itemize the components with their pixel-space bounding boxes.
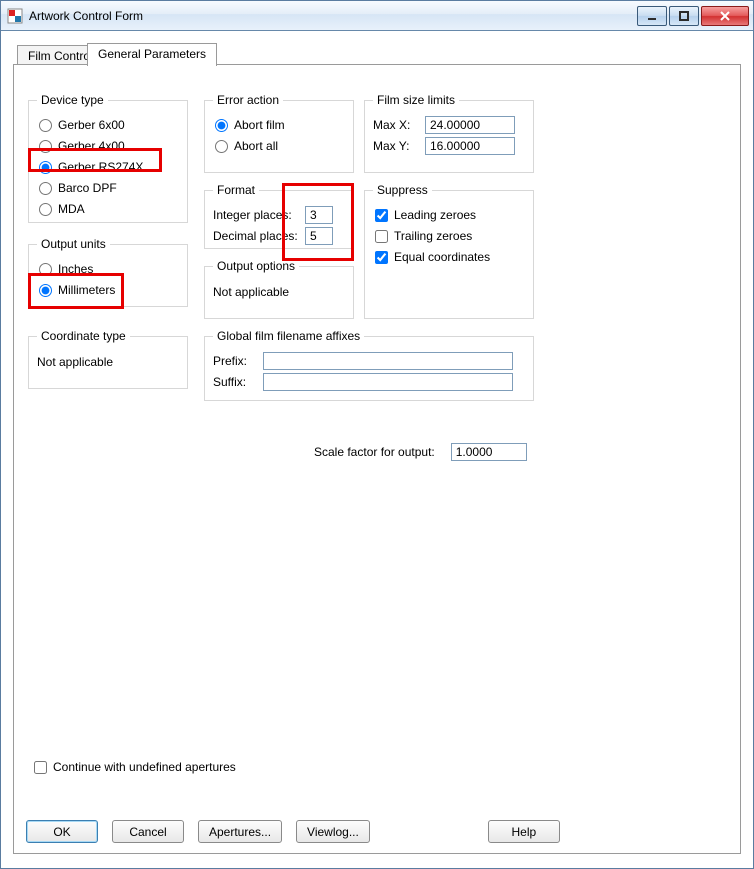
legend-global-affixes: Global film filename affixes (213, 329, 364, 343)
input-decimal-places[interactable] (305, 227, 333, 245)
input-maxx[interactable] (425, 116, 515, 134)
radio-abort-film[interactable]: Abort film (213, 116, 345, 134)
label-scale-factor: Scale factor for output: (314, 445, 435, 459)
legend-coordinate-type: Coordinate type (37, 329, 130, 343)
legend-output-units: Output units (37, 237, 110, 251)
group-output-options: Output options Not applicable (204, 259, 354, 319)
group-device-type: Device type Gerber 6x00 Gerber 4x00 Gerb… (28, 93, 188, 223)
radio-millimeters[interactable]: Millimeters (37, 281, 179, 299)
cancel-button[interactable]: Cancel (112, 820, 184, 843)
check-equal-coordinates[interactable]: Equal coordinates (373, 248, 525, 266)
input-maxy[interactable] (425, 137, 515, 155)
check-trailing-zeroes[interactable]: Trailing zeroes (373, 227, 525, 245)
label-decimal-places: Decimal places: (213, 229, 305, 243)
titlebar: Artwork Control Form (1, 1, 753, 31)
tab-strip: Film Control General Parameters (13, 43, 741, 65)
label-integer-places: Integer places: (213, 208, 305, 222)
group-output-units: Output units Inches Millimeters (28, 237, 188, 307)
app-icon (7, 8, 23, 24)
radio-abort-all[interactable]: Abort all (213, 137, 345, 155)
legend-suppress: Suppress (373, 183, 432, 197)
radio-mda[interactable]: MDA (37, 200, 179, 218)
input-suffix[interactable] (263, 373, 513, 391)
label-prefix: Prefix: (213, 354, 263, 368)
group-suppress: Suppress Leading zeroes Trailing zeroes … (364, 183, 534, 319)
ok-button[interactable]: OK (26, 820, 98, 843)
group-global-affixes: Global film filename affixes Prefix: Suf… (204, 329, 534, 401)
scale-factor-row: Scale factor for output: (314, 443, 527, 461)
viewlog-button[interactable]: Viewlog... (296, 820, 370, 843)
check-leading-zeroes[interactable]: Leading zeroes (373, 206, 525, 224)
button-bar: OK Cancel Apertures... Viewlog... Help (26, 820, 728, 843)
legend-device-type: Device type (37, 93, 108, 107)
tab-panel: Device type Gerber 6x00 Gerber 4x00 Gerb… (13, 64, 741, 854)
input-scale-factor[interactable] (451, 443, 527, 461)
label-maxy: Max Y: (373, 139, 425, 153)
minimize-button[interactable] (637, 6, 667, 26)
radio-barco-dpf[interactable]: Barco DPF (37, 179, 179, 197)
legend-output-options: Output options (213, 259, 299, 273)
radio-gerber4x00[interactable]: Gerber 4x00 (37, 137, 179, 155)
radio-inches[interactable]: Inches (37, 260, 179, 278)
legend-format: Format (213, 183, 259, 197)
group-error-action: Error action Abort film Abort all (204, 93, 354, 173)
legend-error-action: Error action (213, 93, 283, 107)
help-button[interactable]: Help (488, 820, 560, 843)
legend-film-size: Film size limits (373, 93, 459, 107)
input-integer-places[interactable] (305, 206, 333, 224)
radio-gerber6x00[interactable]: Gerber 6x00 (37, 116, 179, 134)
group-format: Format Integer places: Decimal places: (204, 183, 354, 249)
close-button[interactable] (701, 6, 749, 26)
group-film-size: Film size limits Max X: Max Y: (364, 93, 534, 173)
apertures-button[interactable]: Apertures... (198, 820, 282, 843)
label-maxx: Max X: (373, 118, 425, 132)
label-suffix: Suffix: (213, 375, 263, 389)
coordinate-type-value: Not applicable (37, 355, 113, 369)
group-coordinate-type: Coordinate type Not applicable (28, 329, 188, 389)
output-options-value: Not applicable (213, 285, 289, 299)
input-prefix[interactable] (263, 352, 513, 370)
check-continue-apertures[interactable]: Continue with undefined apertures (32, 758, 236, 776)
radio-gerber-rs274x[interactable]: Gerber RS274X (37, 158, 179, 176)
tab-general-parameters[interactable]: General Parameters (87, 43, 217, 66)
maximize-button[interactable] (669, 6, 699, 26)
window-title: Artwork Control Form (29, 9, 637, 23)
